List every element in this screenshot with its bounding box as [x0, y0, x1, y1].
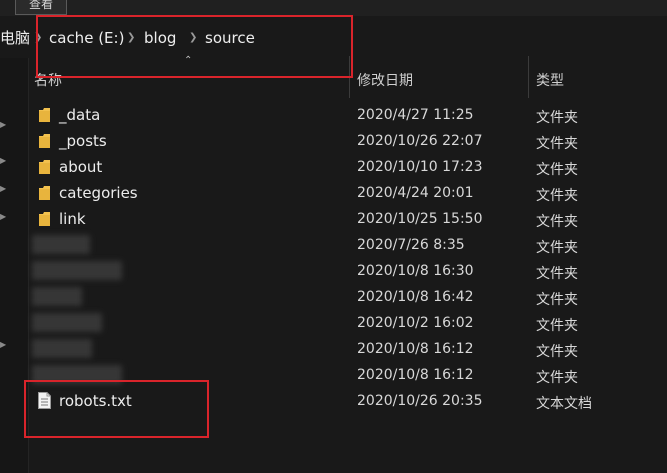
file-type: 文件夹: [536, 136, 578, 152]
file-date: 2020/10/8 16:12: [357, 367, 474, 383]
file-type: 文件夹: [536, 344, 578, 360]
file-row[interactable]: categories 2020/4/24 20:01 文件夹: [30, 180, 667, 206]
redacted-name: [32, 313, 102, 332]
file-row[interactable]: about 2020/10/10 17:23 文件夹: [30, 154, 667, 180]
expand-chevron-icon[interactable]: ▶: [0, 340, 6, 349]
view-tab[interactable]: 查看: [15, 0, 67, 15]
file-type: 文件夹: [536, 162, 578, 178]
folder-icon: [39, 134, 50, 148]
ribbon-strip: [0, 0, 667, 16]
redacted-name: [32, 261, 122, 280]
column-header-type[interactable]: 类型: [536, 70, 564, 90]
folder-icon: [39, 160, 50, 174]
file-name: categories: [59, 184, 138, 202]
folder-icon: [39, 186, 50, 200]
file-type: 文件夹: [536, 214, 578, 230]
file-row[interactable]: 2020/10/8 16:30 文件夹: [30, 258, 667, 284]
highlight-box-robots: [24, 380, 209, 438]
file-row[interactable]: _posts 2020/10/26 22:07 文件夹: [30, 128, 667, 154]
file-type: 文本文档: [536, 396, 592, 412]
file-date: 2020/7/26 8:35: [357, 237, 465, 253]
file-date: 2020/10/8 16:12: [357, 341, 474, 357]
file-date: 2020/10/26 20:35: [357, 393, 483, 409]
file-row[interactable]: link 2020/10/25 15:50 文件夹: [30, 206, 667, 232]
highlight-box-address: [36, 15, 353, 78]
file-name: _posts: [59, 132, 107, 150]
file-type: 文件夹: [536, 188, 578, 204]
file-date: 2020/10/26 22:07: [357, 133, 483, 149]
redacted-name: [32, 339, 92, 358]
column-divider[interactable]: [528, 56, 529, 98]
file-type: 文件夹: [536, 370, 578, 386]
expand-chevron-icon[interactable]: ▶: [0, 156, 6, 165]
file-date: 2020/10/10 17:23: [357, 159, 483, 175]
file-name: _data: [59, 106, 101, 124]
expand-chevron-icon[interactable]: ▶: [0, 212, 6, 221]
file-date: 2020/10/8 16:30: [357, 263, 474, 279]
file-type: 文件夹: [536, 240, 578, 256]
file-row[interactable]: 2020/7/26 8:35 文件夹: [30, 232, 667, 258]
breadcrumb-root[interactable]: 电脑: [0, 19, 30, 57]
redacted-name: [32, 235, 90, 254]
file-date: 2020/4/27 11:25: [357, 107, 474, 123]
redacted-name: [32, 287, 82, 306]
file-row[interactable]: 2020/10/8 16:42 文件夹: [30, 284, 667, 310]
file-date: 2020/10/25 15:50: [357, 211, 483, 227]
expand-chevron-icon[interactable]: ▶: [0, 184, 6, 193]
expand-chevron-icon[interactable]: ▶: [0, 120, 6, 129]
folder-icon: [39, 212, 50, 226]
column-header-date-modified[interactable]: 修改日期: [357, 70, 413, 90]
file-type: 文件夹: [536, 292, 578, 308]
file-date: 2020/10/2 16:02: [357, 315, 474, 331]
file-name: about: [59, 158, 103, 176]
file-row[interactable]: 2020/10/8 16:12 文件夹: [30, 336, 667, 362]
file-name: link: [59, 210, 86, 228]
file-date: 2020/10/8 16:42: [357, 289, 474, 305]
file-row[interactable]: 2020/10/2 16:02 文件夹: [30, 310, 667, 336]
file-type: 文件夹: [536, 266, 578, 282]
file-type: 文件夹: [536, 318, 578, 334]
file-row[interactable]: _data 2020/4/27 11:25 文件夹: [30, 102, 667, 128]
file-date: 2020/4/24 20:01: [357, 185, 474, 201]
folder-icon: [39, 108, 50, 122]
file-type: 文件夹: [536, 110, 578, 126]
